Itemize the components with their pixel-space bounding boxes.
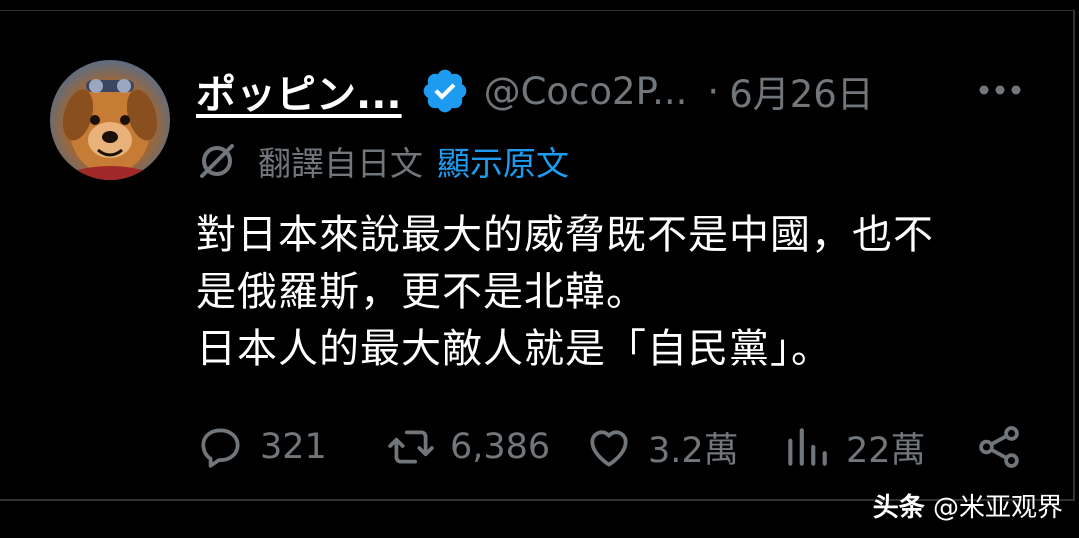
post-text-line: 日本人的最大敵人就是「自民黨」。 (196, 326, 832, 372)
share-button[interactable] (974, 419, 1024, 475)
post-text-line: 對日本來說最大的威脅既不是中國，也不 (196, 212, 934, 258)
like-button[interactable]: 3.2萬 (584, 419, 739, 475)
more-icon[interactable] (977, 75, 1023, 105)
translation-bar: 翻譯自日文 顯示原文 (196, 139, 569, 183)
watermark-account: @米亚观界 (932, 493, 1063, 523)
repost-icon (388, 430, 434, 464)
repost-count: 6,386 (450, 427, 551, 467)
watermark-brand: 头条 (872, 493, 925, 523)
share-icon (979, 426, 1019, 468)
dog-avatar-image (62, 79, 158, 180)
reply-icon (201, 428, 240, 468)
reply-button[interactable]: 321 (196, 419, 327, 475)
watermark: 头条 @米亚观界 (873, 487, 1063, 524)
post-card: ポッピン... @Coco2P... · 6月26日 翻譯自日文 顯示原文 對日… (0, 10, 1075, 501)
verified-badge-icon (423, 69, 466, 113)
avatar[interactable] (50, 60, 170, 180)
like-count: 3.2萬 (648, 430, 739, 471)
post-text-line: 是俄羅斯，更不是北韓。 (196, 269, 647, 315)
translation-label: 翻譯自日文 (258, 144, 423, 183)
repost-button[interactable]: 6,386 (386, 419, 550, 475)
like-icon (590, 430, 628, 467)
post-text: 對日本來說最大的威脅既不是中國，也不 是俄羅斯，更不是北韓。 日本人的最大敵人就… (196, 207, 1026, 378)
post-header: ポッピン... @Coco2P... · 6月26日 (196, 62, 1023, 120)
display-name[interactable]: ポッピン... (196, 62, 402, 120)
separator-dot: · (707, 69, 720, 113)
translate-icon (200, 144, 234, 178)
user-handle[interactable]: @Coco2P... (484, 70, 688, 113)
show-original-link[interactable]: 顯示原文 (437, 137, 569, 185)
views-button[interactable]: 22萬 (782, 419, 926, 475)
view-count: 22萬 (846, 430, 926, 471)
action-bar: 321 6,386 3.2萬 22萬 (196, 419, 1028, 475)
reply-count: 321 (260, 427, 327, 467)
views-icon (788, 428, 827, 466)
post-date[interactable]: 6月26日 (729, 64, 874, 118)
